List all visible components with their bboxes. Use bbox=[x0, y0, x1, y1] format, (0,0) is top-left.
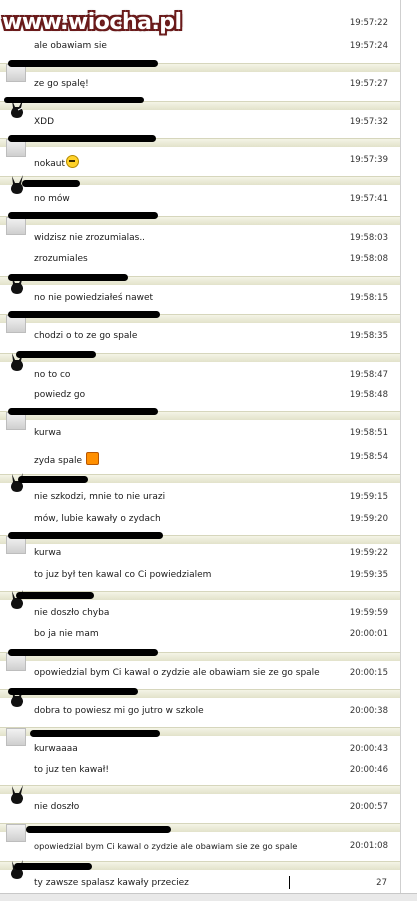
message-text: no nie powiedziałeś nawet bbox=[34, 293, 154, 303]
smile-emoticon-icon bbox=[66, 155, 80, 168]
message-text: XDD bbox=[34, 117, 55, 127]
message-text: to juz był ten kawal co Ci powiedzialem bbox=[34, 570, 212, 580]
redacted-name bbox=[18, 476, 88, 483]
chat-history[interactable]: ...zie 19:57:22 ale obawiam sie 19:57:24… bbox=[0, 0, 401, 900]
message-time: 19:58:35 bbox=[349, 331, 388, 341]
message-time: 19:58:51 bbox=[349, 428, 388, 438]
message-time: 19:58:48 bbox=[349, 390, 388, 400]
redacted-name bbox=[8, 212, 158, 219]
message-time: 19:58:54 bbox=[349, 452, 388, 462]
message-time: 19:59:35 bbox=[349, 570, 388, 580]
message-time: 20:00:01 bbox=[349, 629, 388, 639]
redacted-name bbox=[8, 688, 138, 695]
redacted-name bbox=[26, 826, 171, 833]
message-time: 20:00:38 bbox=[349, 706, 388, 716]
message-text: opowiedzial bym Ci kawal o zydzie ale ob… bbox=[34, 668, 320, 678]
redacted-name bbox=[16, 592, 94, 599]
message-time: 19:59:59 bbox=[349, 608, 388, 618]
message-text: nie szkodzi, mnie to nie urazi bbox=[34, 492, 166, 502]
redacted-name bbox=[8, 532, 163, 539]
message-time: 19:57:22 bbox=[349, 18, 388, 28]
message-time: 19:59:20 bbox=[349, 514, 388, 524]
message-time: 19:57:24 bbox=[349, 41, 388, 51]
message-label: zyda spale bbox=[34, 456, 83, 466]
message-time: 20:00:46 bbox=[349, 765, 388, 775]
playboy-bunny-icon bbox=[11, 785, 23, 804]
sender-header bbox=[0, 785, 400, 794]
redacted-name bbox=[8, 649, 158, 656]
message-text: ze go spalę! bbox=[34, 79, 89, 89]
message-text: dobra to powiesz mi go jutro w szkole bbox=[34, 706, 204, 716]
message-text: bo ja nie mam bbox=[34, 629, 99, 639]
message-text: zyda spale bbox=[34, 452, 99, 466]
message-time: 19:58:08 bbox=[349, 254, 388, 264]
redacted-name bbox=[8, 60, 158, 67]
message-text: zrozumiales bbox=[34, 254, 88, 264]
message-text: ale obawiam sie bbox=[34, 41, 107, 51]
message-time: 20:00:15 bbox=[349, 668, 388, 678]
message-text: kurwa bbox=[34, 428, 62, 438]
redacted-name bbox=[14, 863, 92, 870]
redacted-name bbox=[22, 180, 80, 187]
hm-emoticon-icon bbox=[85, 452, 99, 465]
message-text: kurwaaaa bbox=[34, 744, 78, 754]
redacted-name bbox=[8, 274, 128, 281]
character-counter: 27 bbox=[376, 878, 387, 888]
message-text: no mów bbox=[34, 194, 70, 204]
message-input[interactable]: ty zawsze spalasz kawały przeciez bbox=[34, 878, 189, 888]
message-time: 19:59:15 bbox=[349, 492, 388, 502]
message-label: nokaut bbox=[34, 159, 66, 169]
message-text: widzisz nie zrozumialas.. bbox=[34, 233, 146, 243]
message-text: to juz ten kawał! bbox=[34, 765, 109, 775]
message-time: 19:59:22 bbox=[349, 548, 388, 558]
message-text: mów, lubie kawały o zydach bbox=[34, 514, 161, 524]
message-time: 19:58:47 bbox=[349, 370, 388, 380]
redacted-name bbox=[16, 351, 96, 358]
message-text: nie doszło chyba bbox=[34, 608, 110, 618]
text-cursor bbox=[289, 876, 290, 889]
message-text: opowiedzial bym Ci kawal o zydzie ale ob… bbox=[34, 841, 298, 851]
person-silhouette-icon bbox=[6, 217, 26, 235]
message-text: kurwa bbox=[34, 548, 62, 558]
redacted-name bbox=[8, 311, 160, 318]
message-time: 19:57:27 bbox=[349, 79, 388, 89]
message-text: nie doszło bbox=[34, 802, 80, 812]
redacted-name bbox=[8, 408, 158, 415]
message-text: powiedz go bbox=[34, 390, 86, 400]
message-time: 19:57:32 bbox=[349, 117, 388, 127]
message-time: 19:57:39 bbox=[349, 155, 388, 165]
message-time: 20:00:43 bbox=[349, 744, 388, 754]
redacted-name bbox=[8, 135, 156, 142]
message-time: 19:57:41 bbox=[349, 194, 388, 204]
message-text: no to co bbox=[34, 370, 71, 380]
person-silhouette-icon bbox=[6, 824, 26, 842]
message-time: 19:58:15 bbox=[349, 293, 388, 303]
watermark-logo: www.wiocha.pl bbox=[2, 10, 182, 35]
message-text: chodzi o to ze go spale bbox=[34, 331, 138, 341]
message-time: 20:00:57 bbox=[349, 802, 388, 812]
message-text: nokaut bbox=[34, 155, 80, 169]
redacted-name bbox=[30, 730, 160, 737]
person-silhouette-icon bbox=[6, 728, 26, 746]
redacted-name bbox=[4, 97, 144, 103]
message-time: 20:01:08 bbox=[349, 841, 388, 851]
message-time: 19:58:03 bbox=[349, 233, 388, 243]
